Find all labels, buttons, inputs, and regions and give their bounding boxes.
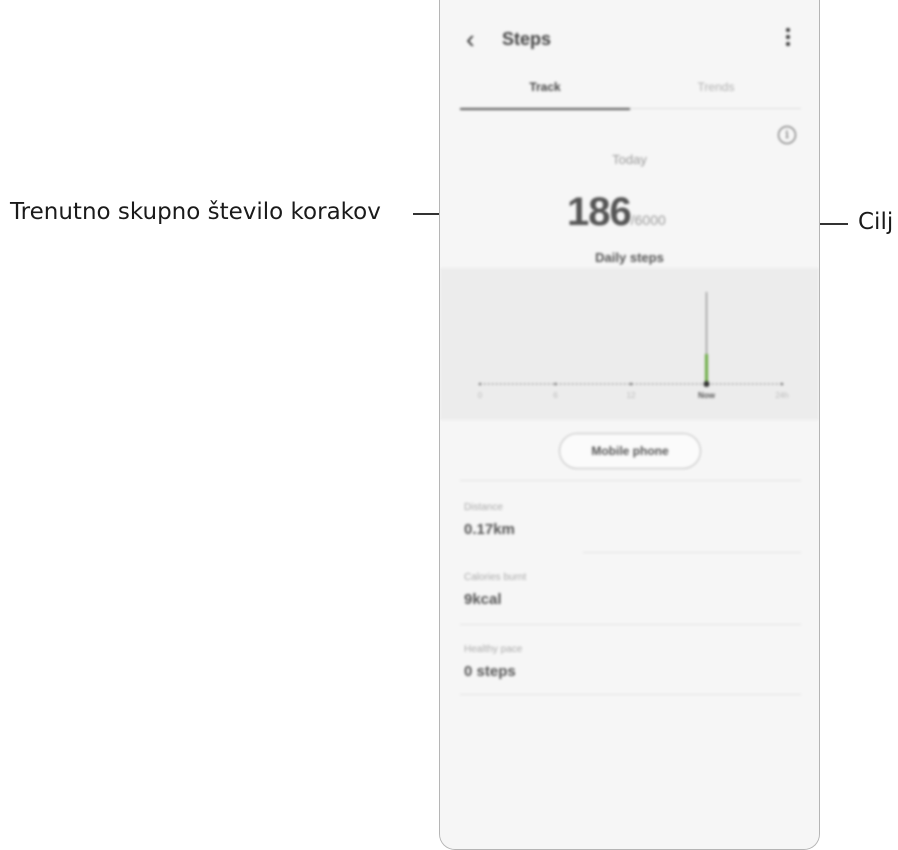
callout-current-steps: Trenutno skupno število korakov: [10, 199, 381, 225]
divider: [460, 694, 801, 695]
tick-label: 6: [553, 391, 558, 400]
page-title: Steps: [502, 29, 552, 49]
stat-calories: Calories burnt 9kcal: [464, 572, 526, 608]
tab-bar: Track Trends: [460, 78, 801, 110]
stat-label: Distance: [464, 502, 503, 513]
tick-label: 0: [478, 391, 483, 400]
stat-healthy-pace: Healthy pace 0 steps: [464, 644, 522, 680]
tick-label: 12: [627, 391, 636, 400]
stat-distance: Distance 0.17km: [464, 502, 515, 538]
steps-summary: 186/6000: [567, 190, 666, 235]
steps-screen: ‹ Steps Track Trends i Today 186/6000 Da…: [440, 0, 819, 849]
app-bar: ‹ Steps: [440, 18, 819, 62]
info-icon[interactable]: i: [778, 126, 796, 144]
phone-frame: ‹ Steps Track Trends i Today 186/6000 Da…: [439, 0, 820, 850]
divider: [460, 624, 801, 625]
tick-dot: [478, 382, 482, 386]
tick-dot: [780, 382, 784, 386]
stat-value: 0.17km: [464, 521, 515, 538]
chevron-left-icon[interactable]: ‹: [466, 26, 475, 52]
divider: [583, 552, 801, 553]
current-steps: 186: [567, 190, 632, 234]
stat-value: 9kcal: [464, 591, 502, 608]
tick-dot: [629, 382, 633, 386]
divider: [460, 480, 801, 481]
tab-track[interactable]: Track: [460, 80, 630, 94]
steps-goal: /6000: [630, 212, 666, 228]
period-label: Today: [612, 152, 647, 167]
steps-bar: [705, 354, 708, 384]
tick-label: 24h: [775, 391, 788, 400]
chart-svg: 0 6 12 Now 24h: [478, 292, 789, 400]
tab-trends[interactable]: Trends: [631, 80, 801, 94]
stat-label: Healthy pace: [464, 644, 523, 655]
mobile-phone-button[interactable]: Mobile phone: [559, 433, 701, 469]
tick-label: Now: [698, 391, 716, 400]
stat-label: Calories burnt: [464, 572, 527, 583]
steps-chart: 0 6 12 Now 24h: [440, 268, 819, 420]
tick-dot: [554, 382, 557, 386]
now-marker: [703, 381, 710, 387]
stat-value: 0 steps: [464, 663, 516, 680]
more-vert-icon[interactable]: [785, 28, 791, 50]
callout-goal: Cilj: [858, 209, 894, 235]
daily-steps-caption: Daily steps: [595, 250, 664, 265]
tab-indicator: [460, 108, 630, 110]
